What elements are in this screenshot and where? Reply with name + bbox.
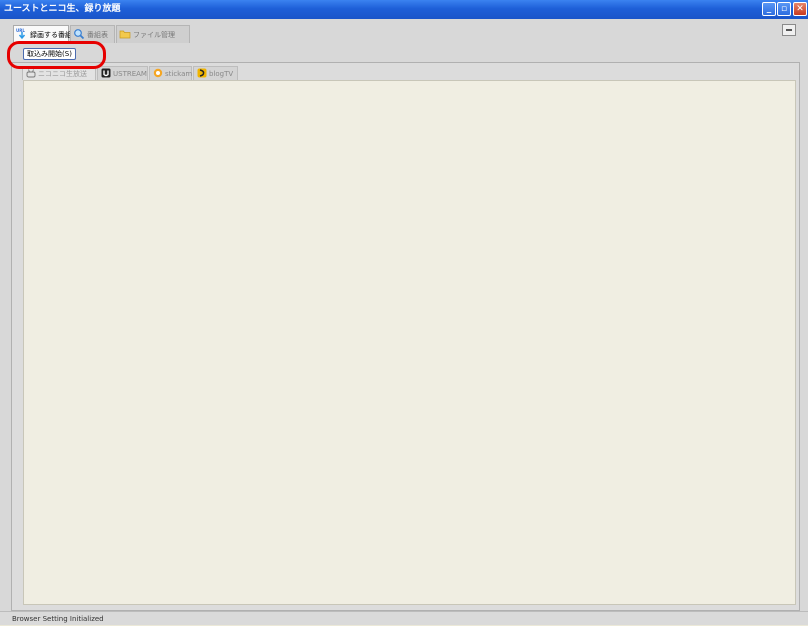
browser-content-area[interactable] [23, 80, 796, 605]
svg-text:URL: URL [16, 28, 25, 33]
magnifier-icon [73, 28, 85, 40]
status-text: Browser Setting Initialized [12, 615, 104, 623]
niconico-icon [26, 68, 36, 78]
maximize-button[interactable]: ▫ [777, 2, 791, 16]
folder-icon [119, 28, 131, 40]
panel-toggle-button[interactable] [782, 24, 796, 36]
tab-label: stickam [165, 70, 193, 78]
tab-label: ニコニコ生放送 [38, 70, 87, 78]
tab-label: USTREAM [113, 70, 147, 78]
tab-blogtv[interactable]: blogTV [193, 66, 238, 80]
blogtv-icon [197, 68, 207, 78]
ustream-icon [101, 68, 111, 78]
stickam-icon [153, 68, 163, 78]
tab-stickam[interactable]: stickam [149, 66, 192, 80]
tab-label: ファイル管理 [133, 31, 175, 39]
title-bar: ユーストとニコ生、録り放題 _ ▫ ✕ [0, 0, 808, 19]
minimize-button[interactable]: _ [762, 2, 776, 16]
tab-file-management[interactable]: ファイル管理 [116, 25, 190, 43]
tab-label: 録画する番組 [30, 31, 72, 39]
close-button[interactable]: ✕ [793, 2, 807, 16]
highlight-annotation [7, 41, 106, 69]
window-title: ユーストとニコ生、録り放題 [4, 4, 121, 14]
tab-ustream[interactable]: USTREAM [97, 66, 148, 80]
url-download-icon: URL [16, 28, 28, 40]
window-client: URL 録画する番組 番組表 ファイル管理 取込み開始(S) ニコニコ生放送 U… [0, 19, 808, 625]
tab-label: 番組表 [87, 31, 108, 39]
status-bar: Browser Setting Initialized [0, 611, 808, 625]
tab-label: blogTV [209, 70, 234, 78]
